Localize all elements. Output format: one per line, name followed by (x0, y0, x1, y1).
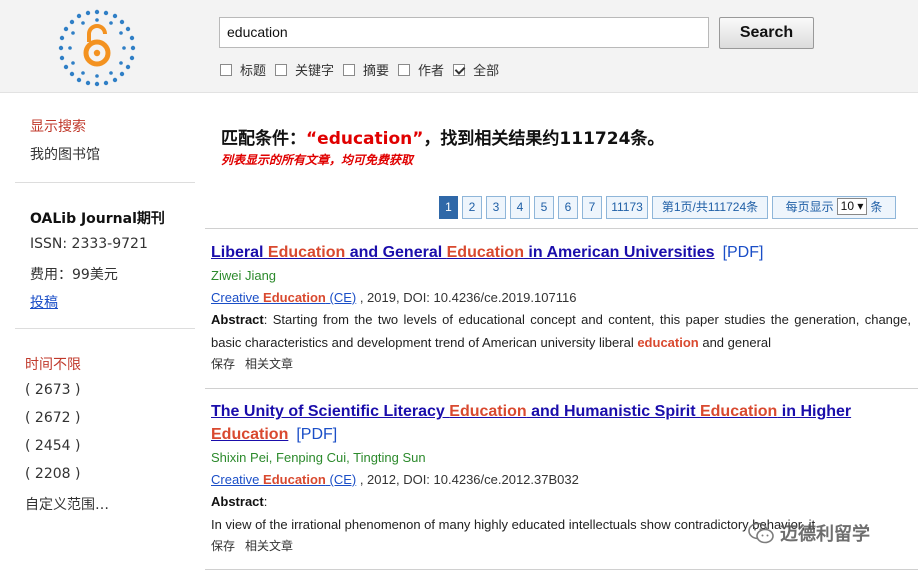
summary-suffix: ，找到相关结果约111724条。 (423, 129, 665, 149)
publication-info: , 2019, DOI: 10.4236/ce.2019.107116 (356, 290, 577, 305)
watermark: 迈德利留学 (748, 520, 870, 546)
filter-title[interactable]: 标题 (220, 60, 266, 79)
search-input[interactable]: education (219, 17, 709, 48)
page-info: 第1页/共111724条 (652, 196, 768, 219)
pdf-link[interactable]: [PDF] (723, 244, 764, 261)
result-title[interactable]: The Unity of Scientific Literacy Educati… (211, 400, 911, 446)
filter-label: 标题 (240, 64, 267, 79)
filter-abstract[interactable]: 摘要 (343, 60, 389, 79)
per-page-select[interactable]: 10 ▾ (836, 198, 868, 215)
checkbox-title[interactable] (220, 63, 232, 76)
filter-label: 关键字 (295, 64, 335, 79)
results-divider (205, 228, 918, 229)
result-abstract: Abstract: (211, 494, 268, 509)
result-title[interactable]: Liberal Education and General Education … (211, 241, 911, 264)
per-page-control: 每页显示 10 ▾ 条 (772, 196, 896, 219)
filter-label: 全部 (473, 64, 500, 79)
result-meta: Creative Education (CE) , 2012, DOI: 10.… (211, 472, 911, 487)
journal-link[interactable]: Creative Education (CE) (211, 472, 356, 487)
time-filter-item[interactable]: ( 2208 ) (25, 466, 80, 482)
result-actions: 保存 相关文章 (211, 355, 911, 372)
result-divider (205, 388, 918, 389)
journal-link[interactable]: Creative Education (CE) (211, 290, 356, 305)
journal-fee: 费用：99美元 (30, 267, 118, 283)
search-filters: 标题 关键字 摘要 作者 全部 (220, 60, 508, 79)
related-articles-link[interactable]: 相关文章 (245, 539, 293, 553)
wechat-icon (748, 522, 774, 544)
save-link[interactable]: 保存 (211, 357, 235, 371)
checkbox-all[interactable] (453, 63, 466, 76)
checkbox-keyword[interactable] (275, 63, 288, 76)
related-articles-link[interactable]: 相关文章 (245, 357, 293, 371)
result-authors[interactable]: Ziwei Jiang (211, 268, 911, 283)
pdf-link[interactable]: [PDF] (296, 426, 337, 443)
journal-title: OALib Journal期刊 (30, 211, 165, 227)
filter-all[interactable]: 全部 (453, 60, 499, 79)
page-1[interactable]: 1 (439, 196, 458, 219)
per-page-label: 每页显示 (785, 200, 834, 214)
summary-note: 列表显示的所有文章，均可免费获取 (221, 153, 414, 167)
checkbox-abstract[interactable] (343, 63, 356, 76)
summary-prefix: 匹配条件： (221, 129, 306, 149)
page-3[interactable]: 3 (486, 196, 506, 219)
sidebar-divider (15, 182, 195, 183)
filter-keyword[interactable]: 关键字 (275, 60, 334, 79)
sidebar-divider (15, 328, 195, 329)
search-button[interactable]: Search (719, 17, 814, 49)
page-7[interactable]: 7 (582, 196, 602, 219)
result-authors[interactable]: Shixin Pei, Fenping Cui, Tingting Sun (211, 450, 911, 465)
my-library-link[interactable]: 我的图书馆 (30, 144, 100, 164)
save-link[interactable]: 保存 (211, 539, 235, 553)
filter-label: 作者 (418, 64, 445, 79)
time-filter-any[interactable]: 时间不限 (25, 354, 81, 374)
watermark-text: 迈德利留学 (780, 524, 870, 545)
pagination: 1 2 3 4 5 6 7 11173 第1页/共111724条 每页显示 10 … (439, 196, 900, 219)
submit-link[interactable]: 投稿 (30, 292, 58, 312)
result-meta: Creative Education (CE) , 2019, DOI: 10.… (211, 290, 911, 305)
publication-info: , 2012, DOI: 10.4236/ce.2012.37B032 (356, 472, 579, 487)
filter-label: 摘要 (363, 64, 390, 79)
time-filter-item[interactable]: ( 2672 ) (25, 410, 80, 426)
page-2[interactable]: 2 (462, 196, 482, 219)
result-divider (205, 569, 918, 570)
result-summary: 匹配条件：“education”，找到相关结果约111724条。 (221, 124, 664, 149)
page-last[interactable]: 11173 (606, 196, 648, 219)
time-filter-item[interactable]: ( 2454 ) (25, 438, 80, 454)
page-6[interactable]: 6 (558, 196, 578, 219)
checkbox-author[interactable] (398, 63, 411, 76)
page-4[interactable]: 4 (510, 196, 530, 219)
result-abstract: Abstract: Starting from the two levels o… (211, 312, 911, 350)
summary-keyword: “education” (306, 129, 424, 149)
per-page-unit: 条 (870, 200, 883, 214)
time-filter-item[interactable]: ( 2673 ) (25, 382, 80, 398)
page-5[interactable]: 5 (534, 196, 554, 219)
filter-author[interactable]: 作者 (398, 60, 444, 79)
oalib-logo-icon[interactable] (56, 8, 138, 88)
show-search-link[interactable]: 显示搜索 (30, 116, 86, 136)
custom-range-link[interactable]: 自定义范围… (25, 494, 109, 514)
journal-issn: ISSN: 2333-9721 (30, 236, 148, 252)
title-link[interactable]: Liberal Education and General Education … (211, 244, 715, 261)
header-bar: education Search 标题 关键字 摘要 作者 全部 (0, 0, 918, 93)
result-item: Liberal Education and General Education … (211, 241, 911, 372)
